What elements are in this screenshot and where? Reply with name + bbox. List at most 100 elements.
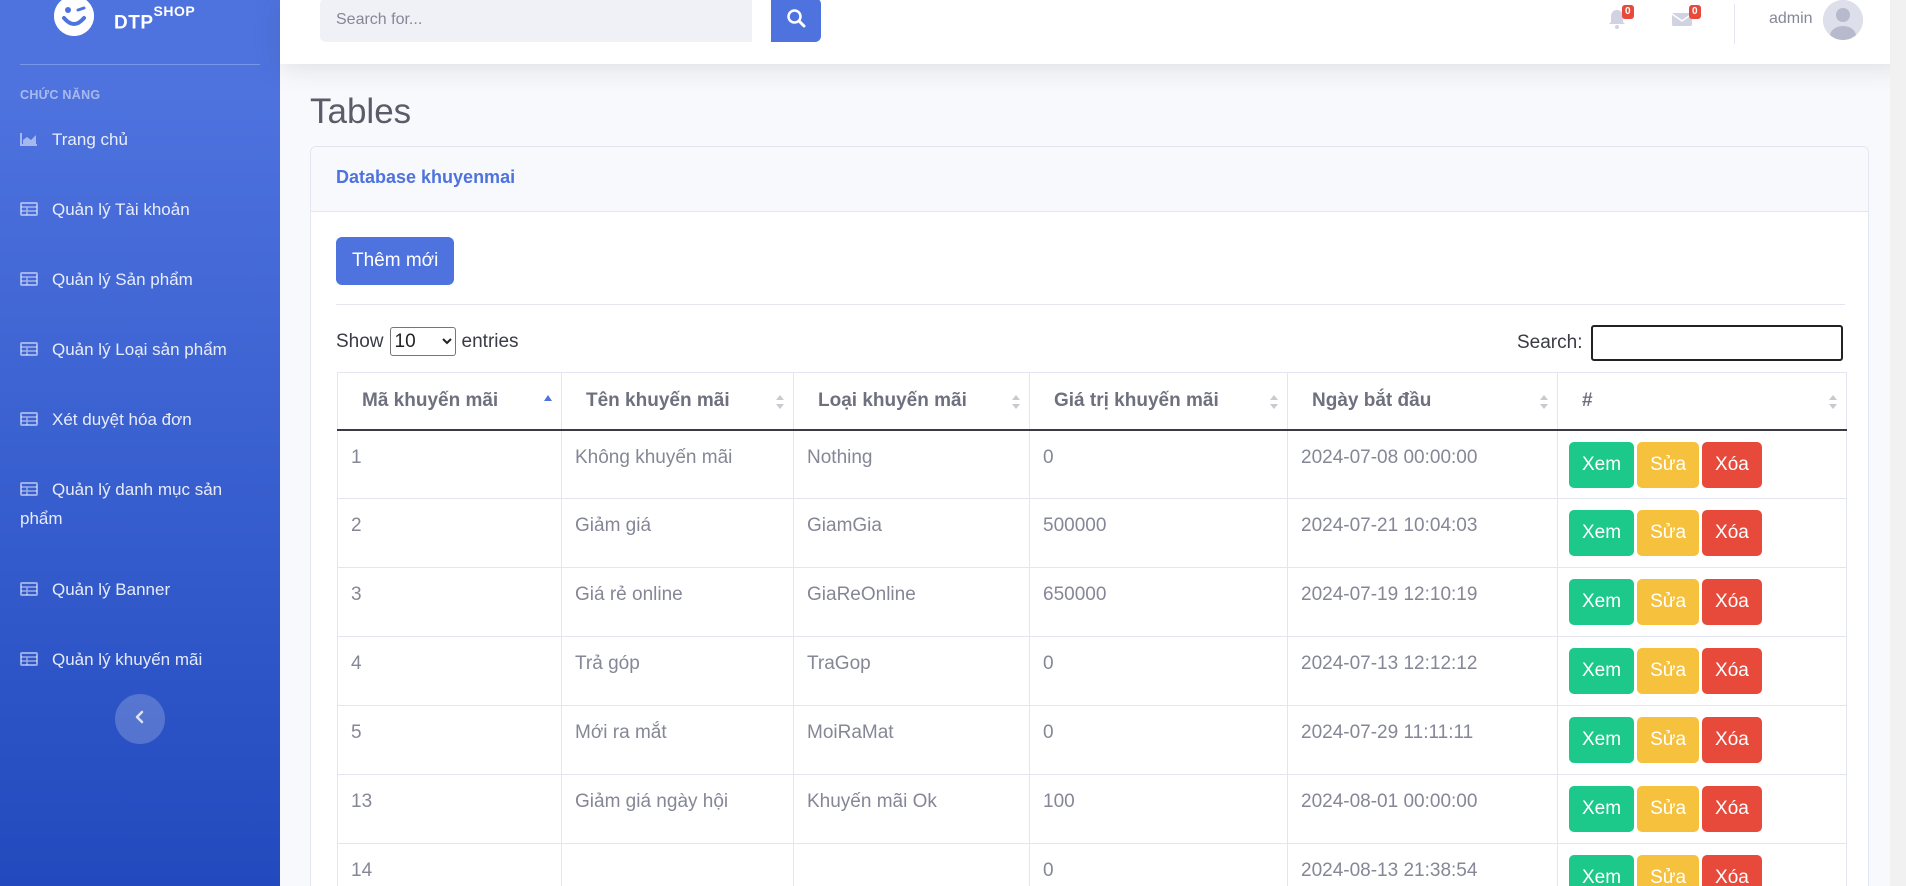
- chart-area-icon: [20, 132, 38, 146]
- delete-button[interactable]: Xóa: [1702, 510, 1762, 556]
- table-row: 2 Giảm giá GiamGia 500000 2024-07-21 10:04:0…: [337, 498, 1847, 568]
- column-header-type[interactable]: Loại khuyến mãi: [793, 372, 1030, 431]
- divider: [336, 304, 1845, 305]
- entries-label: entries: [461, 330, 519, 352]
- sidebar-item-products[interactable]: Quản lý Sản phẩm: [20, 265, 260, 294]
- entries-length-control: Show 10 entries: [336, 327, 519, 356]
- alerts-dropdown[interactable]: 0: [1606, 5, 1634, 30]
- sidebar-item-promotions[interactable]: Quản lý khuyến mãi: [20, 645, 260, 674]
- delete-button[interactable]: Xóa: [1702, 717, 1762, 763]
- table-cell: 2024-08-13 21:38:54: [1287, 843, 1558, 886]
- table-cell: GiamGia: [793, 498, 1030, 568]
- sort-icon: [1539, 393, 1549, 411]
- sidebar-heading: CHỨC NĂNG: [20, 88, 101, 102]
- chevron-left-icon: [134, 710, 146, 729]
- sort-icon: [775, 393, 785, 411]
- table-cell: 100: [1029, 774, 1288, 844]
- row-actions: Xem Sửa Xóa: [1557, 843, 1847, 886]
- sidebar-item-categories[interactable]: Quản lý danh mục sản phẩm: [20, 475, 260, 533]
- view-button[interactable]: Xem: [1569, 441, 1635, 488]
- edit-button[interactable]: Sửa: [1637, 717, 1700, 763]
- table-icon: [20, 652, 38, 666]
- envelope-icon: [1671, 13, 1693, 34]
- user-name[interactable]: admin: [1769, 10, 1813, 28]
- delete-button[interactable]: Xóa: [1702, 579, 1762, 625]
- page-title: Tables: [310, 92, 412, 131]
- edit-button[interactable]: Sửa: [1637, 786, 1700, 832]
- row-actions: Xem Sửa Xóa: [1557, 774, 1847, 844]
- column-header-id[interactable]: Mã khuyến mãi: [337, 372, 562, 431]
- messages-dropdown[interactable]: 0: [1671, 5, 1701, 30]
- page-scrollbar[interactable]: [1890, 0, 1906, 886]
- table-cell: GiaReOnline: [793, 567, 1030, 637]
- table-cell: 0: [1029, 429, 1288, 499]
- table-cell: MoiRaMat: [793, 705, 1030, 775]
- edit-button[interactable]: Sửa: [1637, 441, 1700, 488]
- table-row: 4 Trả góp TraGop 0 2024-07-13 12:12:12 Xem Sửa…: [337, 636, 1847, 706]
- view-button[interactable]: Xem: [1569, 717, 1635, 763]
- messages-badge: 0: [1689, 5, 1701, 19]
- table-search-label: Search:: [1517, 332, 1583, 353]
- table-cell: 2: [337, 498, 562, 568]
- sidebar-item-banner[interactable]: Quản lý Banner: [20, 575, 260, 604]
- table-icon: [20, 582, 38, 596]
- entries-select[interactable]: 10: [389, 327, 456, 356]
- edit-button[interactable]: Sửa: [1637, 510, 1700, 556]
- table-cell: 5: [337, 705, 562, 775]
- table-cell: Giảm giá: [561, 498, 794, 568]
- brand-name[interactable]: DTPSHOP: [114, 3, 195, 34]
- view-button[interactable]: Xem: [1569, 786, 1635, 832]
- view-button[interactable]: Xem: [1569, 579, 1635, 625]
- table-cell: 2024-07-29 11:11:11: [1287, 705, 1558, 775]
- table-cell: 650000: [1029, 567, 1288, 637]
- sidebar-item-accounts[interactable]: Quản lý Tài khoản: [20, 195, 260, 224]
- table-search-input[interactable]: [1591, 325, 1843, 361]
- sort-asc-icon: [543, 393, 553, 411]
- table-cell: 3: [337, 567, 562, 637]
- search-icon: [786, 8, 806, 33]
- promotions-table: Mã khuyến mãi Tên khuyến mãi Loại khuyến…: [337, 372, 1847, 886]
- table-cell: [561, 843, 794, 886]
- brand-logo-icon[interactable]: [54, 0, 94, 36]
- delete-button[interactable]: Xóa: [1702, 855, 1762, 886]
- sidebar-item-invoices[interactable]: Xét duyệt hóa đơn: [20, 405, 260, 434]
- search-button[interactable]: [771, 0, 821, 42]
- table-cell: 0: [1029, 636, 1288, 706]
- view-button[interactable]: Xem: [1569, 855, 1635, 886]
- table-cell: TraGop: [793, 636, 1030, 706]
- table-cell: Trả góp: [561, 636, 794, 706]
- sidebar: DTPSHOP CHỨC NĂNG Trang chủ Quản lý Tài …: [0, 0, 280, 886]
- sidebar-divider: [20, 64, 260, 65]
- column-header-actions[interactable]: #: [1557, 372, 1847, 431]
- table-row: 3 Giá rẻ online GiaReOnline 650000 2024-07-1…: [337, 567, 1847, 637]
- column-header-start-date[interactable]: Ngày bắt đầu: [1287, 372, 1558, 431]
- table-cell: Không khuyến mãi: [561, 429, 794, 499]
- row-actions: Xem Sửa Xóa: [1557, 498, 1847, 568]
- table-cell: 2024-07-08 00:00:00: [1287, 429, 1558, 499]
- edit-button[interactable]: Sửa: [1637, 855, 1700, 886]
- table-cell: 0: [1029, 843, 1288, 886]
- sidebar-item-home[interactable]: Trang chủ: [20, 125, 260, 154]
- table-cell: Giá rẻ online: [561, 567, 794, 637]
- row-actions: Xem Sửa Xóa: [1557, 705, 1847, 775]
- table-cell: Mới ra mắt: [561, 705, 794, 775]
- column-header-name[interactable]: Tên khuyến mãi: [561, 372, 794, 431]
- topbar-search-input[interactable]: [320, 0, 752, 42]
- view-button[interactable]: Xem: [1569, 648, 1635, 694]
- row-actions: Xem Sửa Xóa: [1557, 567, 1847, 637]
- delete-button[interactable]: Xóa: [1702, 786, 1762, 832]
- delete-button[interactable]: Xóa: [1702, 441, 1762, 488]
- view-button[interactable]: Xem: [1569, 510, 1635, 556]
- edit-button[interactable]: Sửa: [1637, 579, 1700, 625]
- table-cell: Khuyến mãi Ok: [793, 774, 1030, 844]
- add-new-button[interactable]: Thêm mới: [336, 237, 455, 285]
- sort-icon: [1011, 393, 1021, 411]
- sort-icon: [1269, 393, 1279, 411]
- avatar[interactable]: [1823, 0, 1863, 40]
- delete-button[interactable]: Xóa: [1702, 648, 1762, 694]
- table-cell: 500000: [1029, 498, 1288, 568]
- sidebar-toggle-button[interactable]: [115, 694, 165, 744]
- sidebar-item-product-types[interactable]: Quản lý Loại sản phẩm: [20, 335, 260, 364]
- edit-button[interactable]: Sửa: [1637, 648, 1700, 694]
- column-header-value[interactable]: Giá trị khuyến mãi: [1029, 372, 1288, 431]
